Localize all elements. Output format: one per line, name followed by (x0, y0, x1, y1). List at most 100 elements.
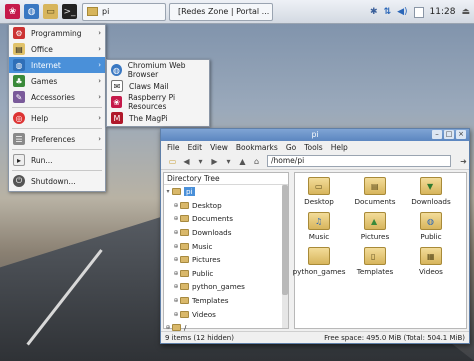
dropdown-icon[interactable]: ▾ (223, 156, 234, 167)
file-item-python-games[interactable]: python_games (293, 247, 345, 276)
taskbar-task-file-manager[interactable]: pi (82, 2, 166, 21)
expand-icon[interactable]: ⊕ (172, 270, 180, 277)
menu-separator (12, 107, 102, 108)
volume-icon[interactable]: ◀) (397, 7, 407, 17)
expand-icon[interactable]: ⊕ (172, 202, 180, 209)
menu-item-help[interactable]: ◎ Help › (9, 110, 105, 126)
collapse-icon[interactable]: ▾ (164, 188, 172, 195)
videos-folder-icon: ▦ (420, 247, 442, 265)
tree-item-music[interactable]: ⊕ Music (164, 239, 288, 253)
menu-file[interactable]: File (167, 143, 180, 152)
expand-icon[interactable]: ⊕ (172, 215, 180, 222)
tree-item-templates[interactable]: ⊕ Templates (164, 294, 288, 308)
menu-item-accessories[interactable]: ✎ Accessories › (9, 89, 105, 105)
tree-item-desktop[interactable]: ⊕ Desktop (164, 199, 288, 213)
menu-item-games[interactable]: ♣ Games › (9, 73, 105, 89)
chevron-right-icon: › (98, 135, 101, 143)
taskbar-task-label: [Redes Zone | Portal ... (178, 7, 270, 16)
file-item-pictures[interactable]: ▲ Pictures (353, 212, 397, 241)
expand-icon[interactable]: ⊕ (172, 311, 180, 318)
desktop-folder-icon: ▭ (308, 177, 330, 195)
window-controls: – □ × (432, 130, 466, 139)
menu-edit[interactable]: Edit (188, 143, 203, 152)
folder-icon (180, 310, 189, 318)
menu-view[interactable]: View (210, 143, 228, 152)
file-item-videos[interactable]: ▦ Videos (409, 247, 453, 276)
file-item-templates[interactable]: ▯ Templates (353, 247, 397, 276)
chromium-icon: ◍ (111, 64, 122, 76)
submenu-item-claws-mail[interactable]: ✉ Claws Mail (107, 78, 209, 94)
menu-help[interactable]: Help (331, 143, 348, 152)
minimize-icon[interactable]: – (432, 130, 442, 139)
menu-item-office[interactable]: ▤ Office › (9, 41, 105, 57)
tree-item-pictures[interactable]: ⊕ Pictures (164, 253, 288, 267)
raspberry-menu-icon[interactable]: ❀ (5, 4, 20, 19)
scrollbar-thumb[interactable] (282, 185, 288, 295)
file-item-public[interactable]: ◍ Public (409, 212, 453, 241)
menu-go[interactable]: Go (286, 143, 296, 152)
internet-globe-icon: ◍ (13, 59, 25, 71)
folder-icon (87, 7, 98, 16)
window-titlebar[interactable]: pi – □ × (161, 129, 469, 141)
chevron-right-icon: › (98, 45, 101, 53)
pictures-folder-icon: ▲ (364, 212, 386, 230)
expand-icon[interactable]: ⊕ (172, 283, 180, 290)
taskbar-task-browser[interactable]: [Redes Zone | Portal ... (169, 2, 273, 21)
submenu-item-magpi[interactable]: M The MagPi (107, 110, 209, 126)
maximize-icon[interactable]: □ (444, 130, 454, 139)
preferences-icon: ☰ (13, 133, 25, 145)
window-title: pi (311, 130, 319, 139)
menu-bookmarks[interactable]: Bookmarks (236, 143, 278, 152)
forward-arrow-icon[interactable]: ▶ (209, 156, 220, 167)
file-item-music[interactable]: ♫ Music (297, 212, 341, 241)
file-item-documents[interactable]: ▤ Documents (353, 177, 397, 206)
close-icon[interactable]: × (456, 130, 466, 139)
directory-tree-header: Directory Tree (164, 173, 288, 185)
menu-item-run[interactable]: ▸ Run... (9, 152, 105, 168)
home-icon[interactable]: ⌂ (251, 156, 262, 167)
games-icon: ♣ (13, 75, 25, 87)
clock[interactable]: 11:28 (430, 7, 456, 17)
taskbar: ❀ ◍ ▭ >_ pi [Redes Zone | Portal ... ✱ ⇅… (0, 0, 474, 24)
network-icon[interactable]: ⇅ (384, 7, 392, 17)
expand-icon[interactable]: ⊕ (172, 297, 180, 304)
path-input[interactable]: /home/pi (267, 155, 451, 167)
raspberry-icon: ❀ (111, 96, 123, 108)
new-folder-icon[interactable]: ▭ (167, 156, 178, 167)
file-item-downloads[interactable]: ▼ Downloads (409, 177, 453, 206)
submenu-item-rpi-resources[interactable]: ❀ Raspberry Pi Resources (107, 93, 209, 111)
expand-icon[interactable]: ⊕ (172, 243, 180, 250)
tree-item-pi[interactable]: ▾ pi (164, 185, 288, 199)
tree-item-public[interactable]: ⊕ Public (164, 267, 288, 281)
chevron-right-icon: › (98, 114, 101, 122)
magpi-icon: M (111, 112, 123, 124)
menu-item-programming[interactable]: ⚙ Programming › (9, 25, 105, 41)
menu-item-shutdown[interactable]: ⏻ Shutdown... (9, 173, 105, 189)
go-arrow-icon[interactable]: ➜ (458, 156, 469, 167)
terminal-icon[interactable]: >_ (62, 4, 77, 19)
run-icon: ▸ (13, 154, 25, 166)
chevron-right-icon: › (98, 29, 101, 37)
tree-item-downloads[interactable]: ⊕ Downloads (164, 226, 288, 240)
file-item-desktop[interactable]: ▭ Desktop (297, 177, 341, 206)
bluetooth-icon[interactable]: ✱ (370, 7, 378, 17)
globe-icon[interactable]: ◍ (24, 4, 39, 19)
menu-tools[interactable]: Tools (304, 143, 322, 152)
menu-separator (12, 128, 102, 129)
up-arrow-icon[interactable]: ▲ (237, 156, 248, 167)
tree-item-python-games[interactable]: ⊕ python_games (164, 280, 288, 294)
chevron-right-icon: › (98, 77, 101, 85)
file-manager-icon[interactable]: ▭ (43, 4, 58, 19)
back-arrow-icon[interactable]: ◀ (181, 156, 192, 167)
tree-scrollbar[interactable] (282, 185, 288, 328)
eject-icon[interactable]: ⏏ (461, 7, 470, 17)
expand-icon[interactable]: ⊕ (172, 256, 180, 263)
tree-item-documents[interactable]: ⊕ Documents (164, 212, 288, 226)
menu-item-internet[interactable]: ◍ Internet › (9, 57, 105, 73)
tree-item-videos[interactable]: ⊕ Videos (164, 307, 288, 321)
menu-item-preferences[interactable]: ☰ Preferences › (9, 131, 105, 147)
dropdown-icon[interactable]: ▾ (195, 156, 206, 167)
item-count: 9 items (12 hidden) (165, 333, 234, 342)
submenu-item-chromium[interactable]: ◍ Chromium Web Browser (107, 61, 209, 79)
expand-icon[interactable]: ⊕ (172, 229, 180, 236)
